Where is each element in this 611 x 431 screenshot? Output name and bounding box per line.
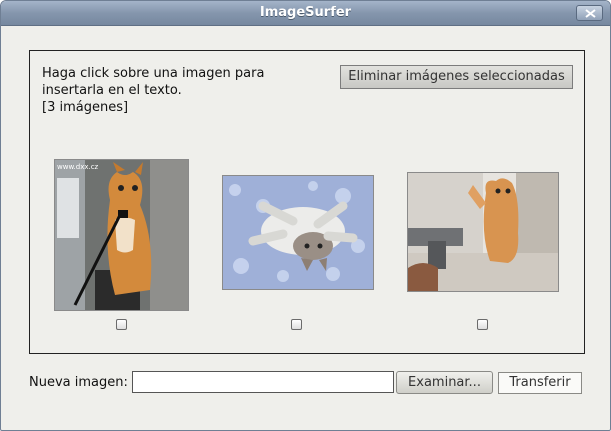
kitten-with-gun-image[interactable] [407, 172, 559, 292]
instructions-line-1: Haga click sobre una imagen para [42, 66, 265, 81]
transfer-button[interactable]: Transferir [498, 372, 582, 394]
image-watermark: www.dxx.cz [57, 163, 99, 171]
delete-selected-images-button[interactable]: Eliminar imágenes seleccionadas [340, 65, 573, 89]
select-image-3-checkbox[interactable] [477, 319, 488, 330]
title-bar: ImageSurfer [1, 1, 610, 26]
close-button[interactable] [576, 5, 603, 21]
kitten-lying-on-back-image[interactable] [222, 175, 374, 290]
imagesurfer-dialog: ImageSurfer Haga click sobre una imagen … [0, 0, 611, 431]
kitten-holding-camera-image[interactable]: www.dxx.cz [54, 159, 189, 311]
select-image-1-checkbox[interactable] [116, 319, 127, 330]
browse-button[interactable]: Examinar... [396, 371, 493, 394]
close-icon [585, 9, 596, 18]
window-title: ImageSurfer [259, 5, 352, 20]
image-gallery-panel: Haga click sobre una imagen para inserta… [29, 50, 585, 354]
new-image-label: Nueva imagen: [29, 375, 128, 390]
image-count: [3 imágenes] [42, 100, 129, 115]
new-image-file-input[interactable] [132, 371, 394, 393]
instructions-text: Haga click sobre una imagen para inserta… [42, 65, 322, 116]
select-image-2-checkbox[interactable] [291, 319, 302, 330]
instructions-line-2: insertarla en el texto. [42, 83, 182, 98]
